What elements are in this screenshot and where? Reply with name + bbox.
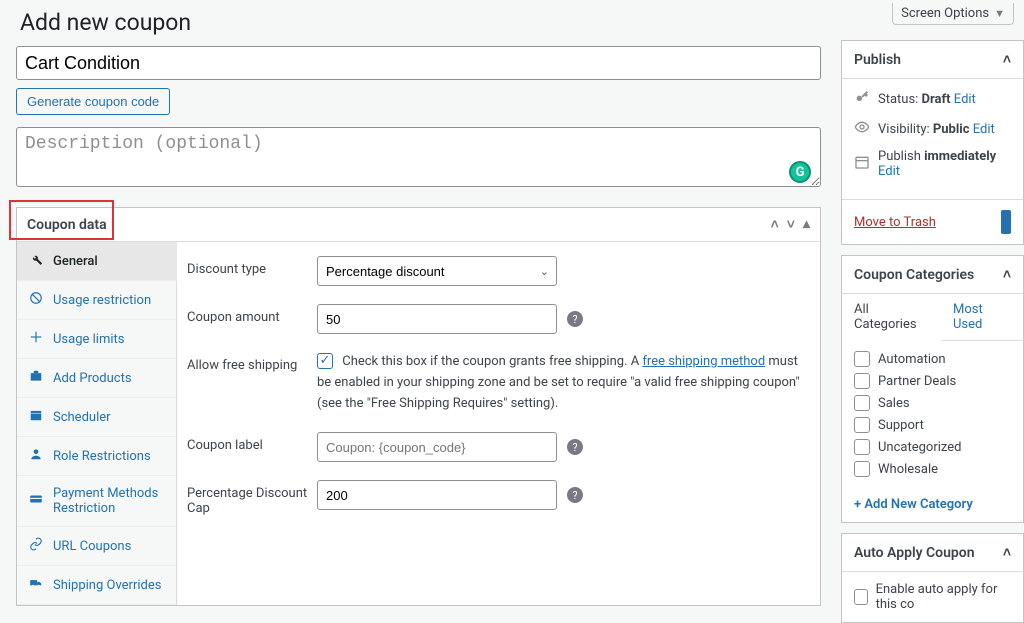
- help-icon[interactable]: ?: [567, 487, 583, 503]
- chevron-up-icon[interactable]: ˄: [771, 216, 779, 233]
- coupon-amount-label: Coupon amount: [187, 304, 317, 325]
- add-new-category-link[interactable]: + Add New Category: [854, 497, 973, 512]
- briefcase-icon: [29, 369, 43, 387]
- category-item[interactable]: Support: [854, 417, 1011, 433]
- discount-type-label: Discount type: [187, 256, 317, 277]
- tab-label: Add Products: [53, 371, 132, 386]
- auto-apply-panel: Auto Apply Coupon ˄ Enable auto apply fo…: [841, 533, 1024, 623]
- coupon-label-input[interactable]: [317, 432, 557, 462]
- arrows-icon: [29, 330, 43, 348]
- category-item[interactable]: Automation: [854, 351, 1011, 367]
- tab-label: Role Restrictions: [53, 449, 151, 464]
- status-label: Status:: [878, 92, 922, 107]
- tab-all-categories[interactable]: All Categories: [842, 294, 941, 341]
- tab-label: Usage limits: [53, 332, 124, 347]
- screen-options-label: Screen Options: [901, 6, 989, 21]
- tab-general[interactable]: General: [17, 242, 177, 281]
- publish-panel: Publish ˄ Status: Draft Edit Visibility:…: [841, 40, 1024, 245]
- calendar-icon: [29, 408, 43, 426]
- chevron-up-icon[interactable]: ˄: [1003, 266, 1011, 283]
- link-icon: [29, 537, 43, 555]
- coupon-data-metabox: Coupon data ˄ ˅ ▴ General Usage restrict…: [16, 207, 821, 606]
- move-to-trash-link[interactable]: Move to Trash: [854, 215, 936, 230]
- categories-panel: Coupon Categories ˄ All Categories Most …: [841, 255, 1024, 523]
- coupon-amount-input[interactable]: [317, 304, 557, 334]
- tab-label: Scheduler: [53, 410, 111, 425]
- auto-apply-heading: Auto Apply Coupon: [854, 545, 975, 561]
- free-shipping-method-link[interactable]: free shipping method: [642, 354, 765, 369]
- status-value: Draft: [922, 92, 951, 107]
- coupon-data-heading: Coupon data: [27, 217, 107, 233]
- checkbox[interactable]: [854, 417, 870, 433]
- visibility-label: Visibility:: [878, 122, 933, 137]
- tab-label: Payment Methods Restriction: [53, 486, 164, 516]
- visibility-value: Public: [933, 122, 970, 137]
- checkbox[interactable]: [854, 395, 870, 411]
- tab-role-restrictions[interactable]: Role Restrictions: [17, 437, 176, 476]
- tab-label: Shipping Overrides: [53, 578, 161, 593]
- coupon-title-input[interactable]: [16, 46, 821, 80]
- category-item[interactable]: Wholesale: [854, 461, 1011, 477]
- category-item[interactable]: Sales: [854, 395, 1011, 411]
- free-shipping-checkbox[interactable]: ✓: [317, 353, 333, 369]
- auto-apply-label: Enable auto apply for this co: [876, 582, 1011, 612]
- page-title: Add new coupon: [0, 0, 1024, 40]
- key-icon: [854, 89, 870, 109]
- ban-icon: [29, 291, 43, 309]
- tab-payment-methods[interactable]: Payment Methods Restriction: [17, 476, 176, 527]
- chevron-down-icon: ▼: [994, 7, 1005, 20]
- coupon-description-input[interactable]: [16, 127, 821, 187]
- category-item[interactable]: Uncategorized: [854, 439, 1011, 455]
- tab-most-used[interactable]: Most Used: [941, 294, 1023, 340]
- publish-value: immediately: [924, 149, 996, 164]
- help-icon[interactable]: ?: [567, 311, 583, 327]
- coupon-data-tabs: General Usage restriction Usage limits A…: [17, 242, 177, 605]
- coupon-label-label: Coupon label: [187, 432, 317, 453]
- percentage-cap-input[interactable]: [317, 480, 557, 510]
- chevron-up-icon[interactable]: ˄: [1003, 544, 1011, 561]
- checkbox[interactable]: [854, 373, 870, 389]
- visibility-edit-link[interactable]: Edit: [973, 122, 995, 137]
- publish-label: Publish: [878, 149, 924, 164]
- wrench-icon: [29, 252, 43, 270]
- tab-usage-restriction[interactable]: Usage restriction: [17, 281, 176, 320]
- checkbox[interactable]: [854, 351, 870, 367]
- grammarly-icon[interactable]: G: [789, 161, 811, 183]
- tab-url-coupons[interactable]: URL Coupons: [17, 527, 176, 566]
- free-shipping-text: Check this box if the coupon grants free…: [342, 354, 642, 369]
- status-edit-link[interactable]: Edit: [954, 92, 976, 107]
- tab-label: URL Coupons: [53, 539, 131, 554]
- collapse-icon[interactable]: ▴: [803, 216, 810, 233]
- publish-heading: Publish: [854, 52, 901, 68]
- chevron-down-icon[interactable]: ˅: [787, 216, 795, 233]
- free-shipping-label: Allow free shipping: [187, 352, 317, 373]
- tab-label: Usage restriction: [53, 293, 151, 308]
- auto-apply-checkbox[interactable]: [854, 589, 868, 605]
- percentage-cap-label: Percentage Discount Cap: [187, 480, 317, 516]
- calendar-icon: [854, 154, 870, 174]
- tab-shipping-overrides[interactable]: Shipping Overrides: [17, 566, 176, 605]
- categories-heading: Coupon Categories: [854, 267, 974, 283]
- checkbox[interactable]: [854, 461, 870, 477]
- user-icon: [29, 447, 43, 465]
- tab-usage-limits[interactable]: Usage limits: [17, 320, 176, 359]
- credit-card-icon: [29, 492, 43, 510]
- tab-content-general: Discount type Percentage discount ⌄ Coup…: [177, 242, 820, 605]
- screen-options-button[interactable]: Screen Options ▼: [892, 3, 1014, 25]
- truck-icon: [29, 576, 43, 594]
- discount-type-select[interactable]: Percentage discount: [317, 256, 557, 286]
- generate-coupon-button[interactable]: Generate coupon code: [16, 88, 170, 115]
- help-icon[interactable]: ?: [567, 439, 583, 455]
- tab-label: General: [53, 254, 98, 269]
- chevron-up-icon[interactable]: ˄: [1003, 51, 1011, 68]
- publish-button[interactable]: [1001, 210, 1011, 234]
- checkbox[interactable]: [854, 439, 870, 455]
- eye-icon: [854, 119, 870, 139]
- category-item[interactable]: Partner Deals: [854, 373, 1011, 389]
- tab-add-products[interactable]: Add Products: [17, 359, 176, 398]
- publish-edit-link[interactable]: Edit: [878, 164, 900, 179]
- tab-scheduler[interactable]: Scheduler: [17, 398, 176, 437]
